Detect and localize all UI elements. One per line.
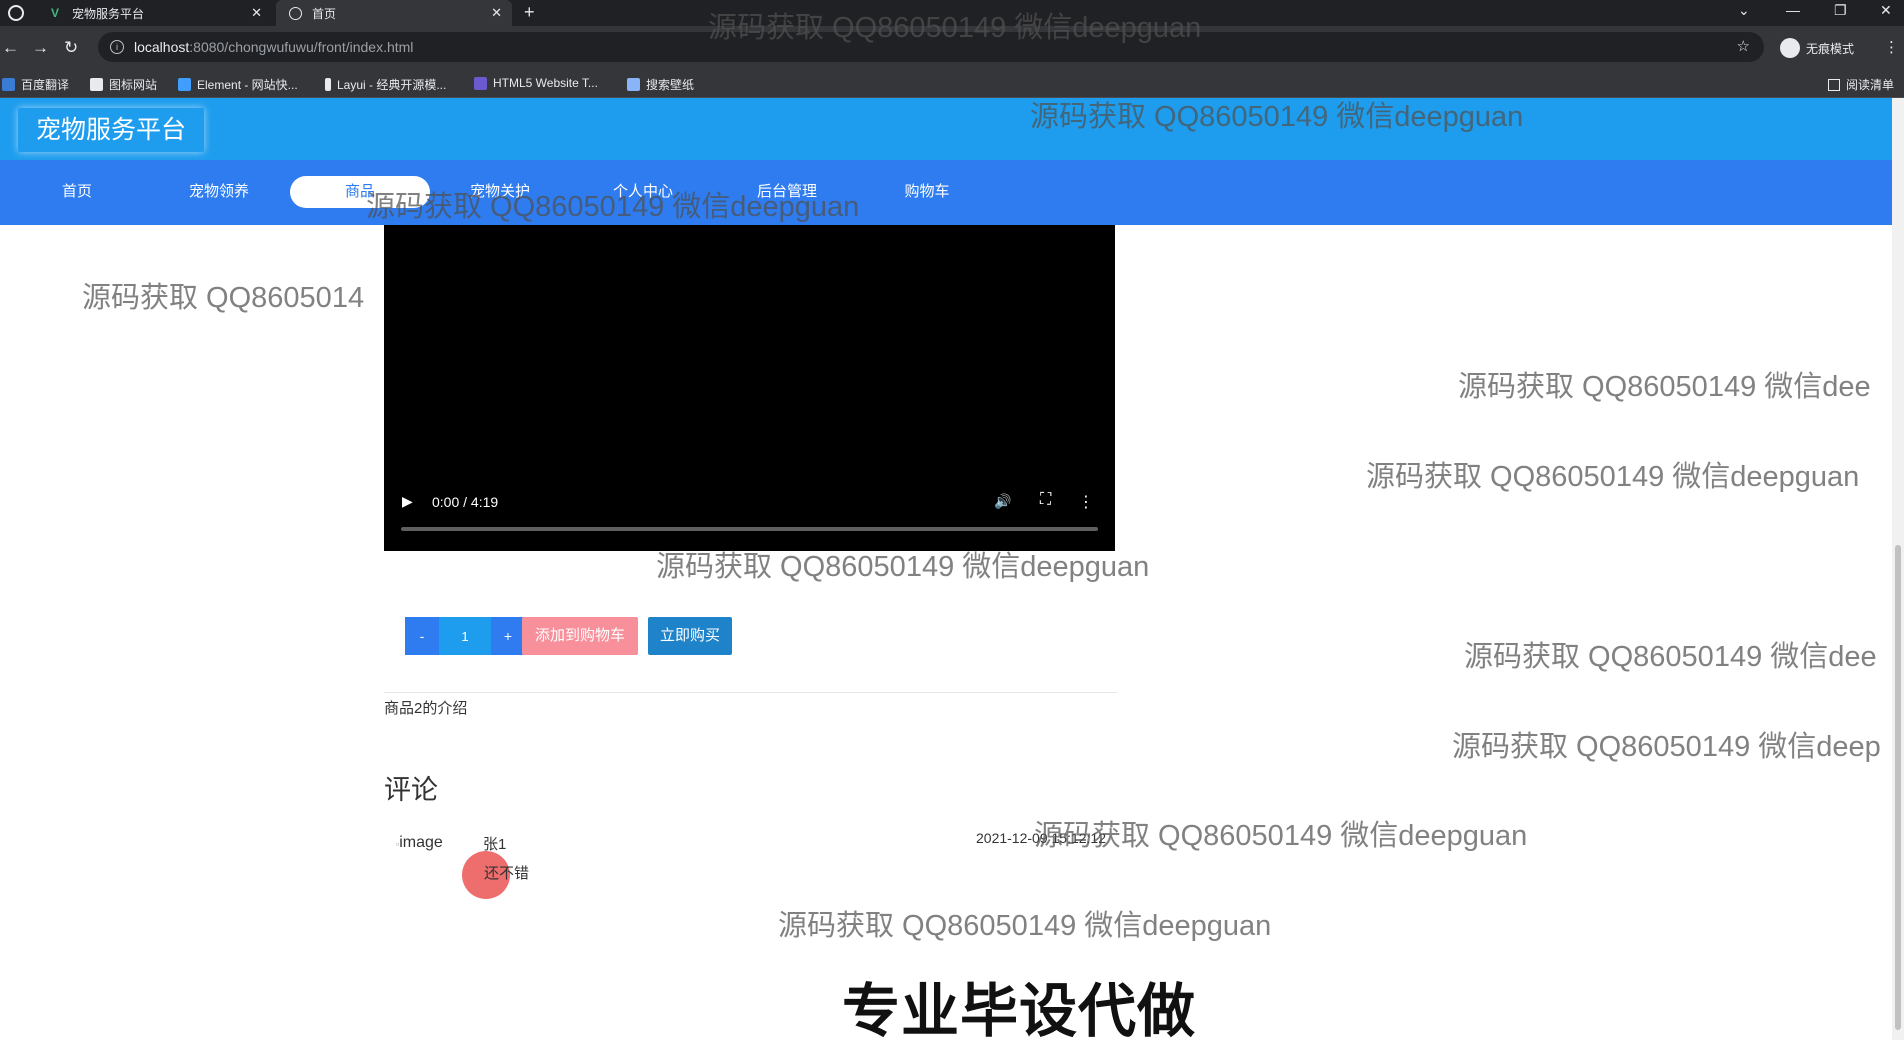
quantity-plus-button[interactable]: + — [491, 617, 525, 655]
more-vert-icon[interactable]: ⋮ — [1078, 492, 1094, 512]
watermark: 源码获取 QQ86050149 微信deepguan — [708, 12, 1202, 44]
bookmark-layui[interactable]: Layui - 经典开源模... — [325, 76, 446, 93]
nav-pet-adoption[interactable]: 宠物领养 — [172, 176, 266, 208]
wallpaper-icon — [627, 78, 640, 91]
site-title[interactable]: 宠物服务平台 — [18, 108, 205, 152]
comment-text: 还不错 — [484, 865, 530, 882]
bookmark-wallpaper[interactable]: 搜索壁纸 — [627, 76, 694, 93]
url-host: localhost — [134, 39, 190, 55]
watermark: 源码获取 QQ86050149 微信deepguan — [1034, 820, 1528, 852]
site-header: 宠物服务平台 — [0, 98, 1892, 160]
image-alt-text: image — [399, 834, 443, 851]
watermark: 源码获取 QQ86050149 微信deep — [1452, 731, 1881, 763]
quantity-minus-button[interactable]: - — [405, 617, 439, 655]
fullscreen-icon[interactable]: ⛶ — [1040, 491, 1051, 509]
minimize-icon[interactable]: — — [1786, 2, 1800, 18]
scrollbar-thumb[interactable] — [1895, 545, 1901, 1030]
buy-now-button[interactable]: 立即购买 — [648, 617, 732, 655]
browser-tab-platform[interactable]: V 宠物服务平台 ✕ — [36, 0, 272, 26]
element-logo-icon — [178, 78, 191, 91]
layui-logo-icon — [325, 78, 331, 91]
watermark: 源码获取 QQ8605014 — [82, 282, 365, 314]
section-divider — [384, 692, 1117, 693]
tab-close-icon[interactable]: ✕ — [251, 5, 262, 21]
watermark: 源码获取 QQ86050149 微信deepguan — [778, 910, 1272, 942]
site-info-icon[interactable]: i — [110, 40, 124, 54]
translate-icon — [2, 78, 15, 91]
volume-icon[interactable]: 🔊 — [994, 493, 1011, 510]
quantity-input[interactable] — [439, 617, 491, 655]
browser-menu-icon[interactable]: ⋮ — [1884, 38, 1899, 56]
bookmarks-bar: 百度翻译 图标网站 Element - 网站快... Layui - 经典开源模… — [0, 70, 1904, 98]
add-to-cart-button[interactable]: 添加到购物车 — [522, 617, 638, 655]
back-icon[interactable]: ← — [2, 38, 19, 58]
bookmark-label: 图标网站 — [109, 78, 158, 92]
bookmark-html5[interactable]: HTML5 Website T... — [474, 76, 598, 90]
tab-close-icon[interactable]: ✕ — [491, 5, 502, 21]
video-time: 0:00 / 4:19 — [432, 494, 499, 510]
tab-title: 首页 — [312, 6, 337, 21]
bookmark-label: Element - 网站快... — [197, 78, 298, 92]
watermark: 源码获取 QQ86050149 微信deepguan — [656, 551, 1150, 583]
reload-icon[interactable]: ↻ — [64, 38, 78, 58]
promo-banner-text: 专业毕设代做 — [842, 979, 1197, 1040]
tab-title: 宠物服务平台 — [72, 6, 145, 21]
restore-icon[interactable]: ❐ — [1834, 2, 1847, 19]
browser-logo-icon — [8, 5, 24, 21]
reading-list-label: 阅读清单 — [1845, 78, 1894, 92]
video-progress-bar[interactable] — [401, 527, 1098, 531]
bookmark-label: 搜索壁纸 — [646, 78, 695, 92]
flag-icon — [90, 78, 103, 91]
bookmark-icon-site[interactable]: 图标网站 — [90, 76, 157, 93]
watermark: 源码获取 QQ86050149 微信dee — [1458, 371, 1871, 403]
bookmark-label: HTML5 Website T... — [493, 76, 598, 90]
main-nav: 首页 宠物领养 商品 宠物关护 个人中心 后台管理 购物车 — [0, 160, 1892, 225]
incognito-indicator[interactable]: 无痕模式 — [1780, 38, 1854, 58]
vue-favicon-icon: V — [50, 6, 59, 20]
bookmark-baidu-translate[interactable]: 百度翻译 — [2, 76, 69, 93]
new-tab-icon[interactable]: + — [524, 2, 535, 23]
bookmark-label: 百度翻译 — [21, 78, 70, 92]
comment-avatar-image: ▫image — [396, 834, 443, 852]
incognito-label: 无痕模式 — [1806, 41, 1855, 56]
close-window-icon[interactable]: ✕ — [1880, 2, 1892, 19]
globe-favicon-icon — [288, 6, 302, 20]
reading-list[interactable]: 阅读清单 — [1827, 76, 1894, 93]
product-video[interactable]: ▶ 0:00 / 4:19 🔊 ⛶ ⋮ — [384, 225, 1115, 551]
bookmark-label: Layui - 经典开源模... — [337, 78, 447, 92]
product-description: 商品2的介绍 — [384, 700, 468, 717]
play-icon[interactable]: ▶ — [402, 493, 413, 510]
watermark: 源码获取 QQ86050149 微信deepguan — [1366, 461, 1860, 493]
forward-icon[interactable]: → — [32, 38, 49, 58]
reading-list-icon — [1827, 78, 1840, 91]
watermark: 源码获取 QQ86050149 微信dee — [1464, 641, 1877, 673]
watermark: 源码获取 QQ86050149 微信deepguan — [366, 191, 860, 223]
bookmark-star-icon[interactable]: ☆ — [1737, 37, 1750, 55]
bookmark-element[interactable]: Element - 网站快... — [178, 76, 298, 93]
incognito-icon — [1780, 38, 1800, 58]
browser-tab-home[interactable]: 首页 ✕ — [276, 0, 512, 26]
html5-icon — [474, 76, 487, 90]
comments-heading: 评论 — [384, 775, 438, 805]
watermark: 源码获取 QQ86050149 微信deepguan — [1030, 101, 1524, 133]
nav-cart[interactable]: 购物车 — [880, 176, 974, 208]
url-path: :8080/chongwufuwu/front/index.html — [189, 39, 414, 55]
quantity-stepper: - + — [405, 617, 525, 655]
nav-home[interactable]: 首页 — [30, 176, 124, 208]
tab-search-icon[interactable]: ⌄ — [1738, 2, 1750, 19]
